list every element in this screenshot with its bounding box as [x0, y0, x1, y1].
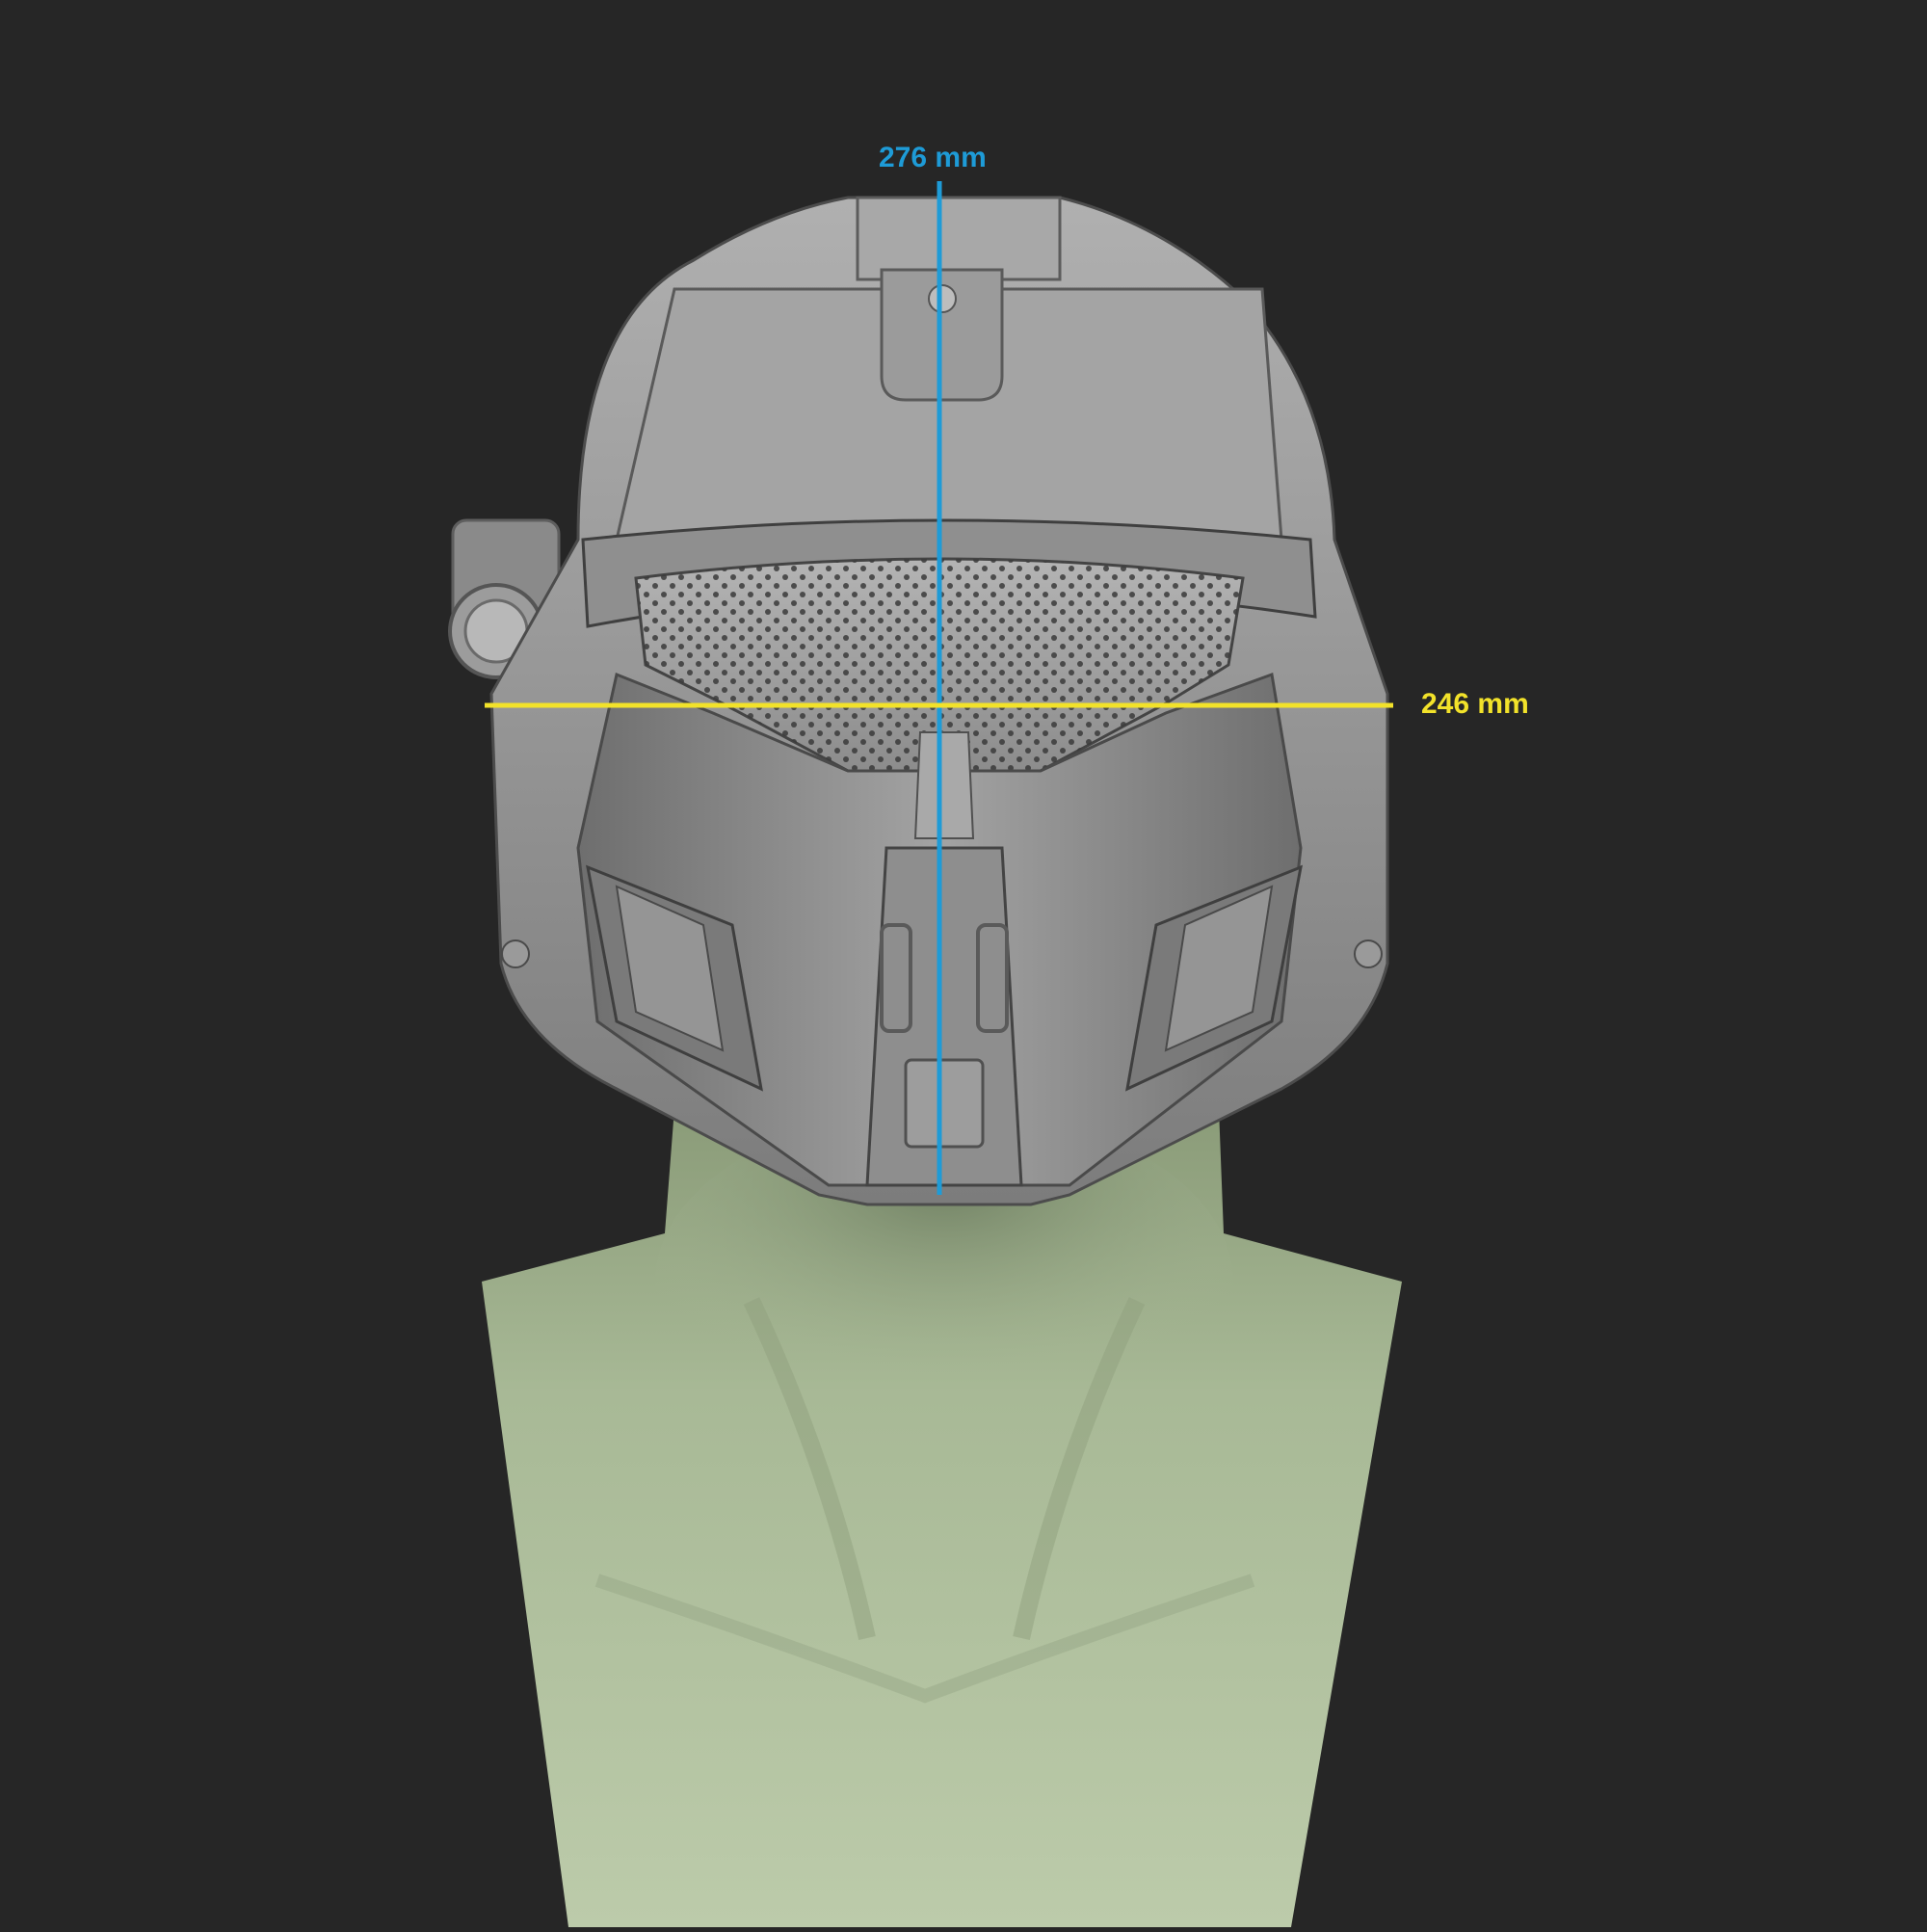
neck-bust — [482, 1108, 1402, 1927]
model-render — [448, 181, 1402, 1927]
height-measure-label: 276 mm — [879, 142, 987, 173]
render-viewport: 276 mm 246 mm — [0, 0, 1927, 1927]
helmet — [448, 196, 1389, 1206]
width-measure-label: 246 mm — [1421, 688, 1529, 720]
